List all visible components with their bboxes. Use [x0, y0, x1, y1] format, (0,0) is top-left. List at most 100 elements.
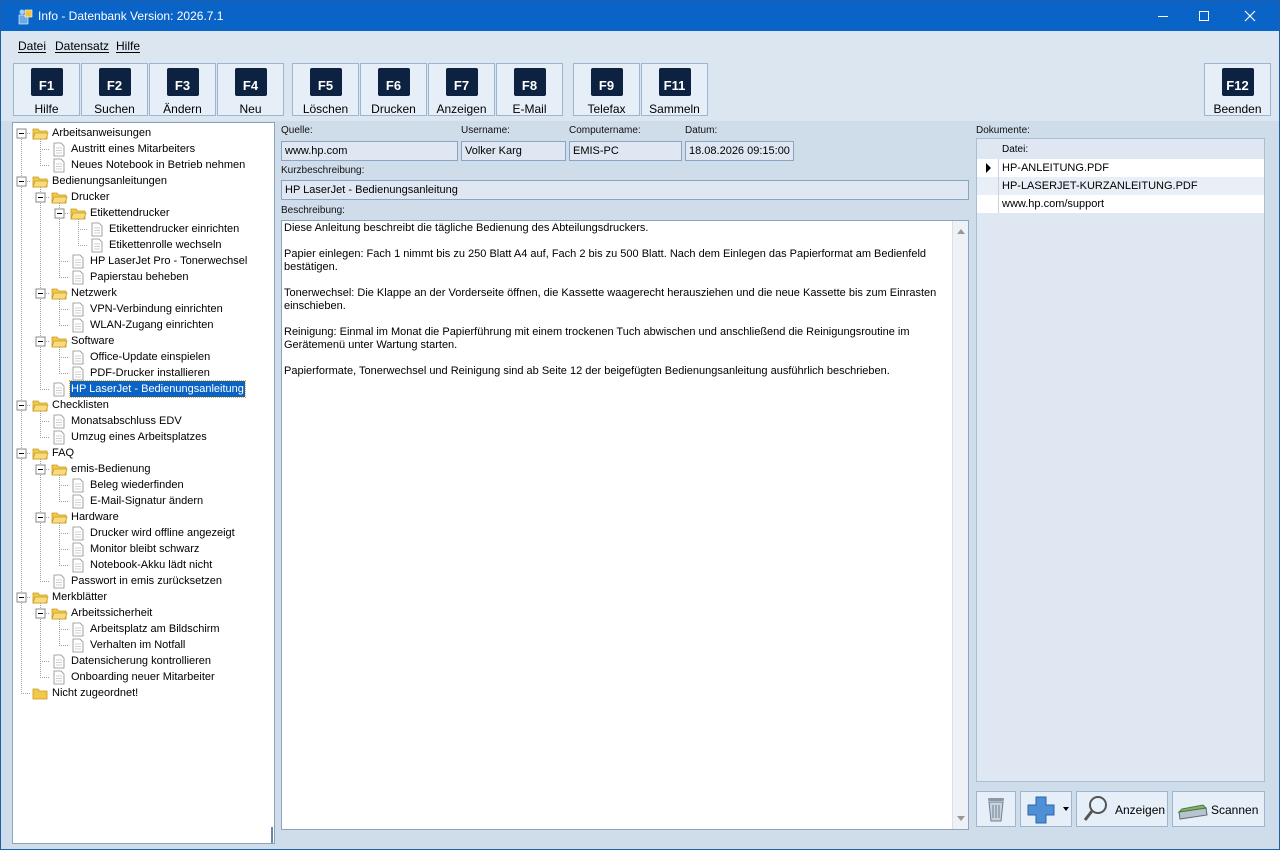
f3-label: Ändern — [163, 102, 202, 116]
f6-drucken-button[interactable]: F6 Drucken — [360, 63, 427, 116]
tree-document-node[interactable]: Passwort in emis zurücksetzen — [70, 573, 223, 589]
tree-folder-node[interactable]: Merkblätter — [51, 589, 108, 605]
tree-document-node[interactable]: E-Mail-Signatur ändern — [89, 493, 204, 509]
f5-label: Löschen — [302, 102, 349, 116]
add-document-button[interactable] — [1020, 791, 1072, 827]
tree-document-node[interactable]: Datensicherung kontrollieren — [70, 653, 212, 669]
open-folder-icon — [51, 336, 68, 348]
tree-document-node[interactable]: Office-Update einspielen — [89, 349, 211, 365]
tree-document-node[interactable]: Arbeitsplatz am Bildschirm — [89, 621, 221, 637]
tree-folder-node[interactable]: Nicht zugeordnet! — [51, 685, 139, 701]
document-icon — [72, 558, 84, 573]
tree-document-node[interactable]: HP LaserJet - Bedienungsanleitung — [69, 380, 246, 398]
tree-collapse-icon[interactable] — [35, 464, 46, 475]
f2-suchen-button[interactable]: F2 Suchen — [81, 63, 148, 116]
beschreibung-scrollbar[interactable] — [952, 221, 968, 829]
tree-document-node[interactable]: PDF-Drucker installieren — [89, 365, 211, 381]
menu-hilfe[interactable]: Hilfe — [116, 39, 140, 53]
tree-document-node[interactable]: Umzug eines Arbeitsplatzes — [70, 429, 208, 445]
f8-label: E-Mail — [512, 102, 547, 116]
f12-label: Beenden — [1213, 102, 1262, 116]
maximize-button[interactable] — [1181, 1, 1227, 31]
f3-aendern-button[interactable]: F3 Ändern — [149, 63, 216, 116]
tree-collapse-icon[interactable] — [16, 448, 27, 459]
tree-document-node[interactable]: HP LaserJet Pro - Tonerwechsel — [89, 253, 248, 269]
scroll-down-arrow-icon[interactable] — [953, 811, 969, 827]
tree-collapse-icon[interactable] — [35, 288, 46, 299]
f1-hilfe-button[interactable]: F1 Hilfe — [13, 63, 80, 116]
tree-collapse-icon[interactable] — [16, 400, 27, 411]
tree-document-node[interactable]: Verhalten im Notfall — [89, 637, 186, 653]
tree-document-node[interactable]: Drucker wird offline angezeigt — [89, 525, 236, 541]
tree-collapse-icon[interactable] — [54, 208, 65, 219]
tree-collapse-icon[interactable] — [35, 512, 46, 523]
f8-email-button[interactable]: F8 E-Mail — [496, 63, 563, 116]
view-document-button[interactable]: Anzeigen — [1076, 791, 1168, 827]
tree-document-node[interactable]: Etikettendrucker einrichten — [108, 221, 240, 237]
open-folder-icon — [51, 512, 68, 524]
document-icon — [72, 526, 84, 541]
tree-collapse-icon[interactable] — [16, 176, 27, 187]
tree-folder-node[interactable]: FAQ — [51, 445, 75, 461]
tree-folder-node[interactable]: Bedienungsanleitungen — [51, 173, 168, 189]
document-row[interactable]: HP-ANLEITUNG.PDF — [977, 159, 1264, 177]
document-icon — [53, 158, 65, 173]
tree-folder-node[interactable]: Checklisten — [51, 397, 110, 413]
f9-telefax-button[interactable]: F9 Telefax — [573, 63, 640, 116]
quelle-field[interactable]: www.hp.com — [281, 141, 458, 161]
tree-document-node[interactable]: Monatsabschluss EDV — [70, 413, 183, 429]
document-row[interactable]: HP-LASERJET-KURZANLEITUNG.PDF — [977, 177, 1264, 195]
computername-field[interactable]: EMIS-PC — [569, 141, 682, 161]
tree-document-node[interactable]: VPN-Verbindung einrichten — [89, 301, 224, 317]
tree-folder-node[interactable]: Software — [70, 333, 115, 349]
f5-loeschen-button[interactable]: F5 Löschen — [292, 63, 359, 116]
tree-document-node[interactable]: Onboarding neuer Mitarbeiter — [70, 669, 216, 685]
maximize-icon — [1199, 11, 1209, 21]
scan-document-button[interactable]: Scannen — [1172, 791, 1265, 827]
tree-folder-node[interactable]: Netzwerk — [70, 285, 118, 301]
document-icon — [53, 670, 65, 685]
f12-beenden-button[interactable]: F12 Beenden — [1204, 63, 1271, 116]
username-field[interactable]: Volker Karg — [461, 141, 566, 161]
tree-collapse-icon[interactable] — [35, 192, 46, 203]
tree-folder-node[interactable]: Drucker — [70, 189, 111, 205]
tree-document-node[interactable]: Neues Notebook in Betrieb nehmen — [70, 157, 246, 173]
menu-datensatz[interactable]: Datensatz — [55, 39, 109, 53]
f4-neu-button[interactable]: F4 Neu — [217, 63, 284, 116]
tree-document-node[interactable]: Monitor bleibt schwarz — [89, 541, 200, 557]
documents-grid[interactable]: Datei: HP-ANLEITUNG.PDF HP-LASERJET-KURZ… — [976, 138, 1265, 782]
document-row[interactable]: www.hp.com/support — [977, 195, 1264, 213]
tree-collapse-icon[interactable] — [16, 592, 27, 603]
tree-collapse-icon[interactable] — [35, 608, 46, 619]
f11-sammeln-button[interactable]: F11 Sammeln — [641, 63, 708, 116]
datum-field[interactable]: 18.08.2026 09:15:00 — [685, 141, 794, 161]
tree-document-node[interactable]: Papierstau beheben — [89, 269, 189, 285]
f7-label: Anzeigen — [436, 102, 487, 116]
beschreibung-textarea[interactable]: Diese Anleitung beschreibt die tägliche … — [281, 220, 969, 830]
menu-datei[interactable]: Datei — [18, 39, 46, 53]
document-icon — [72, 366, 84, 381]
splitter-handle[interactable] — [271, 827, 273, 843]
scroll-up-arrow-icon[interactable] — [953, 223, 969, 239]
tree-document-node[interactable]: Notebook-Akku lädt nicht — [89, 557, 213, 573]
tree-collapse-icon[interactable] — [16, 128, 27, 139]
category-tree[interactable]: Arbeitsanweisungen Austritt eines Mitarbe… — [12, 122, 275, 844]
tree-document-node[interactable]: Beleg wiederfinden — [89, 477, 185, 493]
tree-folder-node[interactable]: Arbeitssicherheit — [70, 605, 153, 621]
open-folder-icon — [51, 464, 68, 476]
tree-folder-node[interactable]: Etikettendrucker — [89, 205, 170, 221]
tree-document-node[interactable]: WLAN-Zugang einrichten — [89, 317, 215, 333]
kurzbeschreibung-field[interactable]: HP LaserJet - Bedienungsanleitung — [281, 180, 969, 200]
title-bar[interactable]: Info - Datenbank Version: 2026.7.1 — [1, 1, 1279, 31]
tree-folder-node[interactable]: Hardware — [70, 509, 120, 525]
tree-document-node[interactable]: Etikettenrolle wechseln — [108, 237, 223, 253]
close-button[interactable] — [1227, 1, 1273, 31]
tree-folder-node[interactable]: emis-Bedienung — [70, 461, 152, 477]
f7-anzeigen-button[interactable]: F7 Anzeigen — [428, 63, 495, 116]
f1-key-cap: F1 — [30, 68, 63, 96]
tree-collapse-icon[interactable] — [35, 336, 46, 347]
tree-document-node[interactable]: Austritt eines Mitarbeiters — [70, 141, 196, 157]
minimize-button[interactable] — [1140, 1, 1186, 31]
tree-folder-node[interactable]: Arbeitsanweisungen — [51, 125, 152, 141]
delete-document-button[interactable] — [976, 791, 1016, 827]
